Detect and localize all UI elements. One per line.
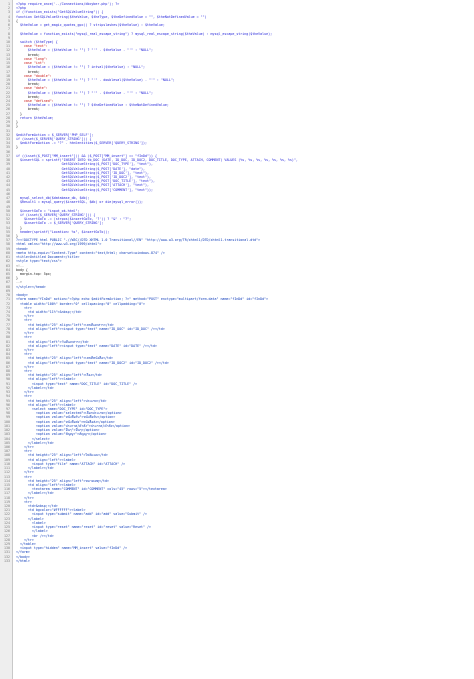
code-text: break; <box>16 107 40 112</box>
code-text: GetSQLValueString($_POST['ATTACH'], "tex… <box>16 183 149 188</box>
code-text: <td height="25" align="left">ไฟล์แนบ</td… <box>16 453 108 458</box>
code-text: $theValue = get_magic_quotes_gpc() ? str… <box>16 23 165 28</box>
code-text: if (!function_exists("GetSQLValueString"… <box>16 10 104 15</box>
code-text: $theValue = ($theValue != "") ? intval($… <box>16 65 146 70</box>
code-text: } <box>16 124 18 129</box>
code-text: </label></td> <box>16 491 54 496</box>
code-text: <tr> <box>16 474 32 479</box>
code-text: GetSQLValueString($_POST['COMMENT'], "te… <box>16 187 153 192</box>
code-line[interactable]: 133 </html> <box>0 559 474 563</box>
code-text: <td height="25" align="left">ประเภท</td> <box>16 398 107 403</box>
code-text: $insertGoTo .= $_SERVER['QUERY_STRING']; <box>16 221 104 226</box>
code-text: <table width="100%" border="0" cellspaci… <box>16 301 146 306</box>
code-text: <td height="25" align="left">เลขที่หนังส… <box>16 356 113 361</box>
code-text: <option value="หนังสือรับ">หนังสือรับ</o… <box>16 415 116 420</box>
code-text: </form> <box>16 550 30 555</box>
code-text: $theValue = ($theValue != "") ? "'" . $t… <box>16 48 153 53</box>
code-text: return $theValue; <box>16 115 54 120</box>
code-text: $editFormAction .= "?" . htmlentities($_… <box>16 141 148 146</box>
code-text: <td align="left"><label> <box>16 377 76 382</box>
code-text: </tr> <box>16 470 34 475</box>
code-text: <input type="submit" name="add" id="add"… <box>16 512 148 517</box>
code-text: <option value="สัญญา">สัญญา</option> <box>16 432 107 437</box>
code-text: </style></head> <box>16 284 46 289</box>
code-text: <!-- <box>16 263 24 268</box>
code-editor[interactable]: 1 <?php require_once('../Connections/dbcy… <box>0 0 474 679</box>
code-text: function GetSQLValueString($theValue, $t… <box>16 14 207 19</box>
code-text: <html xmlns="http://www.w3.org/1999/xhtm… <box>16 242 102 247</box>
code-text: $theValue = ($theValue != "") ? "'" . $t… <box>16 90 153 95</box>
code-text: GetSQLValueString($_POST['DOC_TYPE'], "t… <box>16 162 153 167</box>
code-text: --> <box>16 280 22 285</box>
code-text: <tr> <box>16 394 32 399</box>
code-text: <tr> <box>16 335 32 340</box>
code-text: <br /></td> <box>16 533 54 538</box>
code-text: } <box>16 145 18 150</box>
code-area[interactable]: 1 <?php require_once('../Connections/dbcy… <box>0 2 474 563</box>
code-text: </select> <box>16 436 50 441</box>
code-text: GetSQLValueString($_POST['DATE'], "date"… <box>16 166 146 171</box>
code-text: break; <box>16 69 40 74</box>
code-text: <td align="left">วันที่เอกสาร</td> <box>16 339 89 344</box>
code-text: header(sprintf("Location: %s", $insertGo… <box>16 229 110 234</box>
code-text: <tr> <box>16 318 32 323</box>
code-text: $Result1 = mysql_query($insertSQL, $db) … <box>16 200 144 205</box>
code-text: <form name="fInDd" action="<?php echo $e… <box>16 297 269 302</box>
code-text: </label> <box>16 529 48 534</box>
code-text: <?php require_once('../Connections/dbcyb… <box>16 2 120 6</box>
code-text: <td align="left"><input type="text" name… <box>16 326 165 331</box>
code-text: <td align="left"><input type="text" name… <box>16 360 169 365</box>
code-text: </html> <box>16 558 30 563</box>
code-text: <style type="text/css"> <box>16 259 62 264</box>
code-text: } <box>16 225 22 230</box>
code-text: $theValue = function_exists("mysql_real_… <box>16 31 273 36</box>
code-text: </tr> <box>16 495 34 500</box>
code-text: case "date": <box>16 86 48 91</box>
line-number: 133 <box>4 558 10 563</box>
